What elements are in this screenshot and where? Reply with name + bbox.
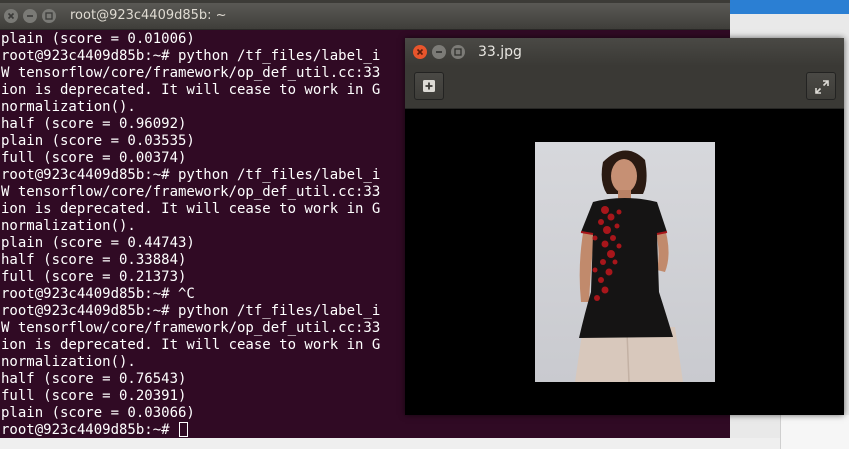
- background-window-panel: [780, 415, 849, 449]
- plus-icon: [423, 80, 435, 92]
- viewer-title: 33.jpg: [478, 44, 522, 60]
- close-icon[interactable]: [4, 9, 18, 23]
- background-window-header: [730, 0, 849, 14]
- fullscreen-icon: [815, 80, 829, 94]
- maximize-icon[interactable]: [451, 45, 465, 59]
- terminal-cursor: [179, 422, 189, 437]
- add-image-button[interactable]: [414, 72, 444, 100]
- terminal-titlebar[interactable]: root@923c4409d85b: ~: [0, 3, 730, 30]
- image-viewer-window[interactable]: 33.jpg: [405, 38, 844, 415]
- minimize-icon[interactable]: [432, 45, 446, 59]
- background-window-bottom: [0, 438, 780, 449]
- terminal-prompt-line[interactable]: root@923c4409d85b:~#: [1, 422, 729, 437]
- fashion-photo: [535, 142, 715, 382]
- viewer-titlebar[interactable]: 33.jpg: [405, 38, 844, 66]
- viewer-toolbar: [405, 66, 844, 109]
- terminal-prompt: root@923c4409d85b:~#: [1, 422, 179, 437]
- image-canvas[interactable]: [405, 109, 844, 415]
- terminal-title: root@923c4409d85b: ~: [70, 8, 227, 23]
- fullscreen-button[interactable]: [806, 72, 836, 100]
- close-icon[interactable]: [413, 45, 427, 59]
- minimize-icon[interactable]: [23, 9, 37, 23]
- maximize-icon[interactable]: [42, 9, 56, 23]
